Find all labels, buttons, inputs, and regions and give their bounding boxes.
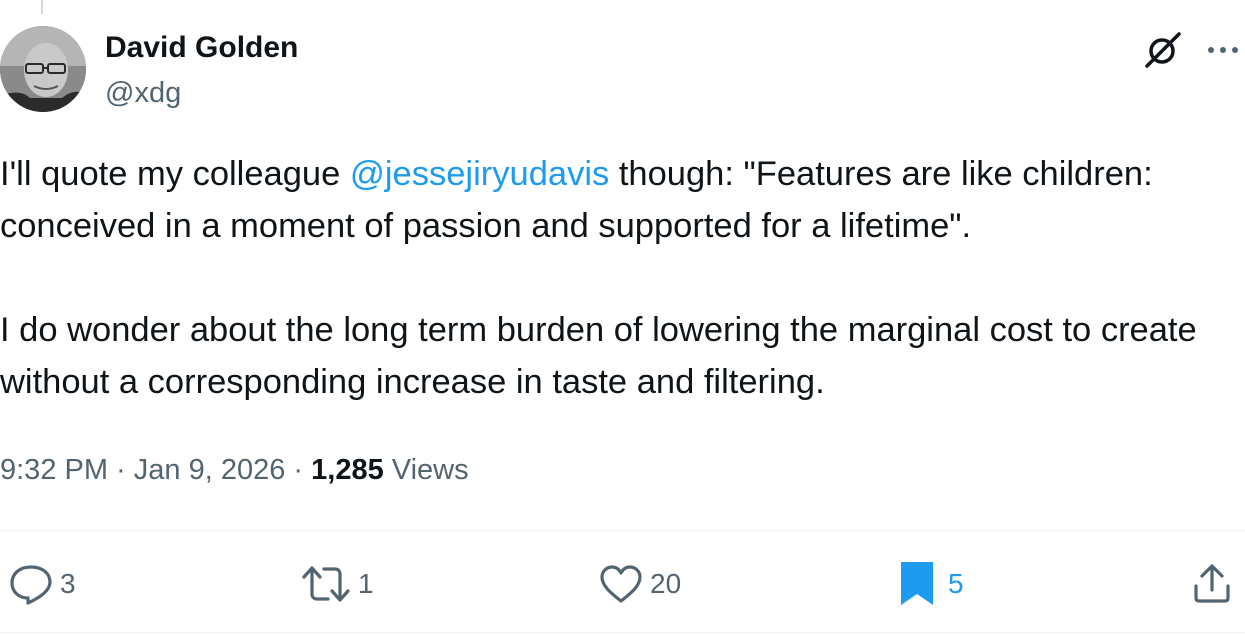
views-count: 1,285 <box>311 454 384 486</box>
like-button[interactable]: 20 <box>598 562 681 606</box>
reply-count: 3 <box>60 568 76 599</box>
author-handle[interactable]: @xdg <box>105 76 181 110</box>
tweet-text: I'll quote my colleague @jessejiryudavis… <box>0 148 1245 408</box>
bookmark-button[interactable]: 5 <box>896 562 964 606</box>
thread-connector-line <box>41 0 43 14</box>
tweet-meta: 9:32 PM · Jan 9, 2026 · 1,285 Views <box>0 452 469 488</box>
share-button[interactable] <box>1190 562 1236 606</box>
reply-button[interactable]: 3 <box>8 562 76 606</box>
tweet-text-before-mention: I'll quote my colleague <box>0 155 350 193</box>
bottom-divider <box>0 632 1245 633</box>
tweet-date[interactable]: Jan 9, 2026 <box>134 454 286 486</box>
like-count: 20 <box>650 568 682 599</box>
retweet-icon <box>302 566 350 602</box>
share-icon <box>1194 564 1230 603</box>
heart-icon <box>600 565 642 603</box>
mention-link[interactable]: @jessejiryudavis <box>350 155 609 193</box>
meta-separator: · <box>285 454 312 486</box>
avatar-image <box>0 26 86 112</box>
more-icon[interactable] <box>1205 38 1241 62</box>
bookmark-icon <box>901 562 933 605</box>
reply-icon <box>10 565 52 605</box>
author-name[interactable]: David Golden <box>105 30 298 66</box>
retweet-count: 1 <box>358 568 374 599</box>
views-label: Views <box>383 454 469 486</box>
avatar[interactable] <box>0 26 86 112</box>
retweet-button[interactable]: 1 <box>300 562 374 606</box>
bookmark-count: 5 <box>948 568 964 599</box>
actions-divider <box>0 530 1245 531</box>
tweet-time[interactable]: 9:32 PM <box>0 454 108 486</box>
grok-icon[interactable] <box>1143 30 1183 70</box>
meta-separator: · <box>108 454 134 486</box>
